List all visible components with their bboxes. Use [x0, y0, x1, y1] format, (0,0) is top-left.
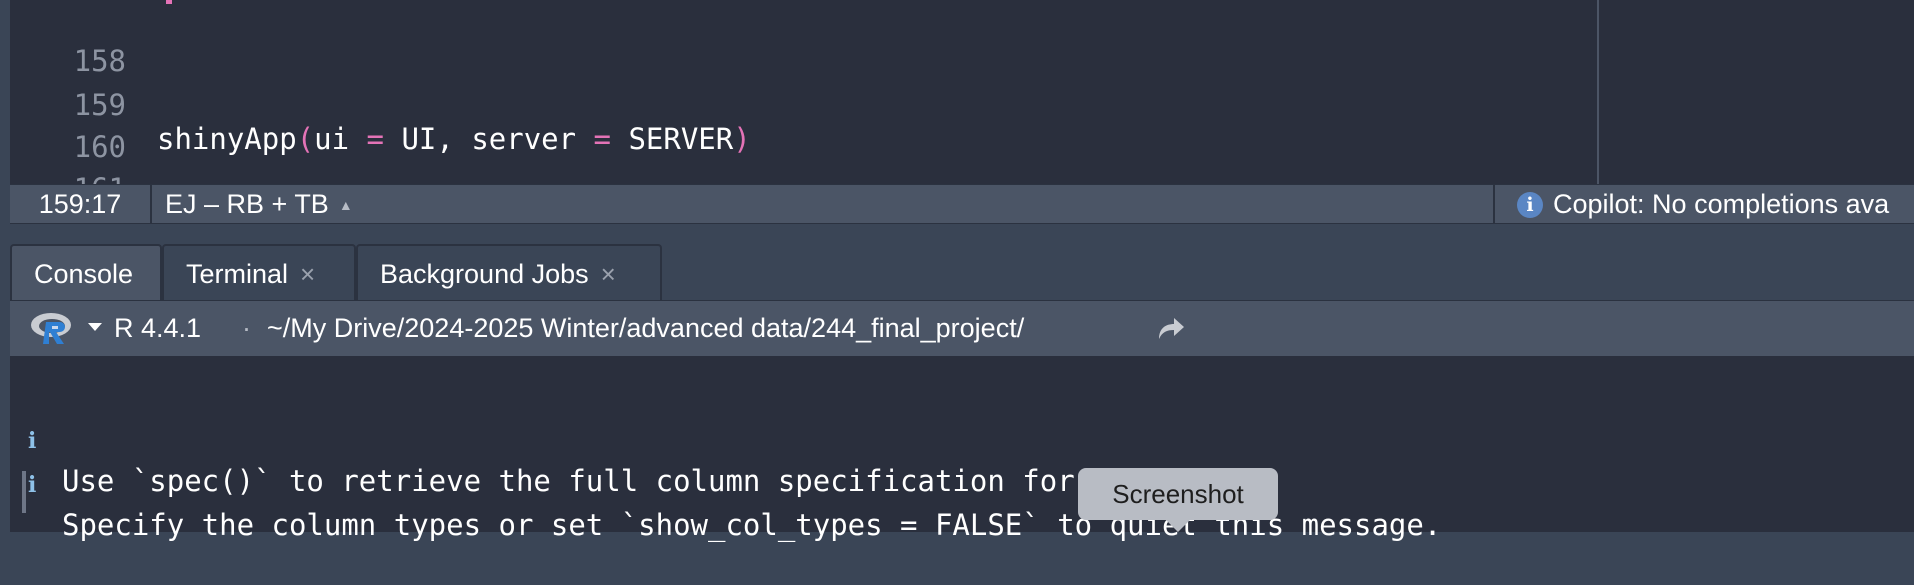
brace-fragment	[166, 0, 172, 4]
margin-guide	[1597, 0, 1599, 184]
section-label: EJ – RB + TB	[165, 189, 329, 219]
code-line[interactable]: 161	[10, 138, 1570, 206]
tab-console[interactable]: Console	[10, 244, 162, 300]
tab-label: Console	[34, 259, 134, 289]
console-toolbar: R 4.4.1 · ~/My Drive/2024-2025 Winter/ad…	[10, 300, 1914, 357]
tab-label: Terminal	[186, 259, 289, 289]
cursor-position[interactable]: 159:17	[10, 185, 152, 223]
close-icon[interactable]: ×	[601, 259, 616, 289]
tab-label: Background Jobs	[380, 259, 589, 289]
code-editor[interactable]: 158 159 shinyApp(ui = UI, server = SERVE…	[10, 0, 1914, 206]
tab-background-jobs[interactable]: Background Jobs ×	[356, 244, 662, 300]
code-line[interactable]: 159 shinyApp(ui = UI, server = SERVER)	[10, 54, 1570, 156]
info-icon: i	[28, 472, 37, 498]
copilot-status[interactable]: i Copilot: No completions ava	[1493, 185, 1914, 223]
editor-statusbar: 159:17 EJ – RB + TB ▲ i Copilot: No compl…	[10, 184, 1914, 224]
goto-directory-icon[interactable]	[1156, 315, 1186, 341]
r-version: R 4.4.1	[114, 313, 202, 343]
console-prompt-cursor[interactable]	[22, 471, 26, 513]
code-line[interactable]: 158	[10, 10, 1570, 78]
separator: ·	[242, 313, 251, 343]
chevron-down-icon[interactable]	[88, 323, 102, 331]
tab-terminal[interactable]: Terminal ×	[162, 244, 356, 300]
code-line[interactable]: 160	[10, 96, 1570, 164]
console-pane-tabbar: Console Terminal × Background Jobs ×	[10, 242, 1914, 300]
working-directory-path: ~/My Drive/2024-2025 Winter/advanced dat…	[267, 313, 1025, 343]
updown-chevron-icon: ▲	[338, 197, 353, 213]
copilot-status-text: Copilot: No completions ava	[1553, 189, 1890, 219]
console-line: i Specify the column types or set `show_…	[10, 425, 1910, 542]
tooltip-arrow	[1165, 519, 1191, 532]
r-logo-icon[interactable]	[30, 311, 76, 345]
close-icon[interactable]: ×	[300, 259, 315, 289]
section-navigator[interactable]: EJ – RB + TB ▲	[165, 185, 353, 223]
info-icon: i	[1517, 192, 1543, 218]
console-line: i Use `spec()` to retrieve the full colu…	[10, 381, 1910, 498]
console-output[interactable]: i Use `spec()` to retrieve the full colu…	[10, 356, 1914, 542]
tooltip: Screenshot	[1078, 468, 1278, 520]
